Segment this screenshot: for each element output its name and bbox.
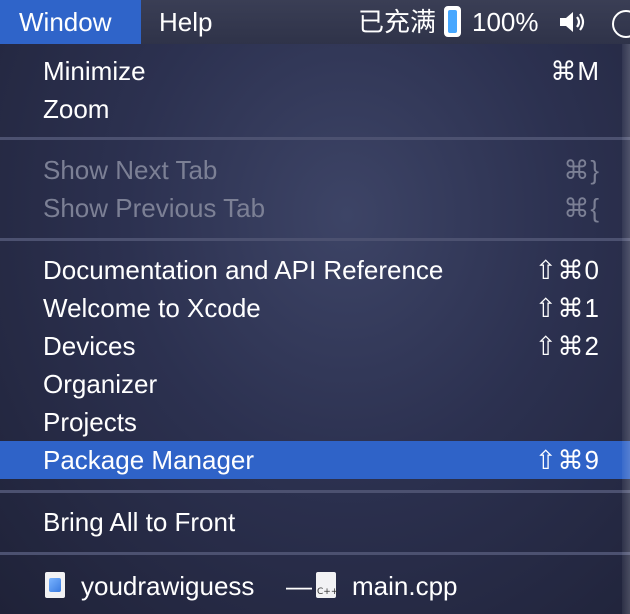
battery-percent[interactable]: 100%	[472, 0, 539, 44]
window-entry-separator: —	[286, 571, 312, 601]
menu-item-show-next-tab: Show Next Tab ⌘}	[0, 151, 630, 189]
menu-separator	[0, 490, 630, 493]
battery-level-fill	[448, 10, 457, 33]
volume-icon[interactable]	[558, 9, 588, 35]
menu-item-shortcut: ⇧⌘2	[534, 331, 600, 361]
menu-item-label: Projects	[43, 407, 137, 437]
menu-item-label: Devices	[43, 331, 136, 361]
menu-item-organizer[interactable]: Organizer	[0, 365, 630, 403]
window-entry-file: main.cpp	[352, 571, 458, 601]
window-entry-project: youdrawiguess	[81, 571, 255, 601]
menu-item-projects[interactable]: Projects	[0, 403, 630, 441]
menu-item-label: Welcome to Xcode	[43, 293, 261, 323]
menu-separator	[0, 238, 630, 241]
menu-item-shortcut: ⌘}	[563, 155, 600, 185]
battery-status-text: 已充满	[358, 7, 437, 37]
menu-item-shortcut: ⇧⌘9	[534, 445, 600, 475]
menu-item-welcome-to-xcode[interactable]: Welcome to Xcode ⇧⌘1	[0, 289, 630, 327]
menu-item-zoom[interactable]: Zoom	[0, 90, 630, 128]
window-edge	[622, 44, 630, 614]
window-menu-dropdown: Minimize ⌘M Zoom Show Next Tab ⌘} Show P…	[0, 44, 630, 614]
menu-item-label: Package Manager	[43, 445, 255, 475]
menu-item-shortcut: ⇧⌘0	[534, 255, 600, 285]
menu-item-label: Minimize	[43, 56, 146, 86]
menu-item-label: Show Previous Tab	[43, 193, 266, 223]
menu-window[interactable]: Window	[0, 0, 141, 44]
battery-icon[interactable]	[444, 6, 461, 37]
menu-item-label: Organizer	[43, 369, 158, 399]
menu-item-devices[interactable]: Devices ⇧⌘2	[0, 327, 630, 365]
menu-item-label: Show Next Tab	[43, 155, 218, 185]
menu-item-label: Zoom	[43, 94, 110, 124]
menu-separator	[0, 137, 630, 140]
menu-item-shortcut: ⇧⌘1	[534, 293, 600, 323]
menu-item-label: Documentation and API Reference	[43, 255, 444, 285]
clock-icon[interactable]	[612, 10, 630, 38]
menu-item-shortcut: ⌘{	[563, 193, 600, 223]
menu-item-bring-all-to-front[interactable]: Bring All to Front	[0, 503, 630, 541]
menu-bar: Window Help 已充满 100%	[0, 0, 630, 44]
swift-mark	[49, 578, 61, 592]
menu-item-show-previous-tab: Show Previous Tab ⌘{	[0, 189, 630, 227]
menu-item-documentation[interactable]: Documentation and API Reference ⇧⌘0	[0, 251, 630, 289]
cpp-file-icon: C++	[316, 572, 339, 598]
swift-file-icon	[45, 572, 65, 598]
menu-item-package-manager[interactable]: Package Manager ⇧⌘9	[0, 441, 630, 479]
menu-separator	[0, 552, 630, 555]
menu-item-shortcut: ⌘M	[550, 56, 600, 86]
menu-help[interactable]: Help	[141, 0, 231, 44]
cpp-file-tag: C++	[317, 587, 339, 597]
menu-item-label: Bring All to Front	[43, 507, 236, 537]
menu-item-minimize[interactable]: Minimize ⌘M	[0, 52, 630, 90]
